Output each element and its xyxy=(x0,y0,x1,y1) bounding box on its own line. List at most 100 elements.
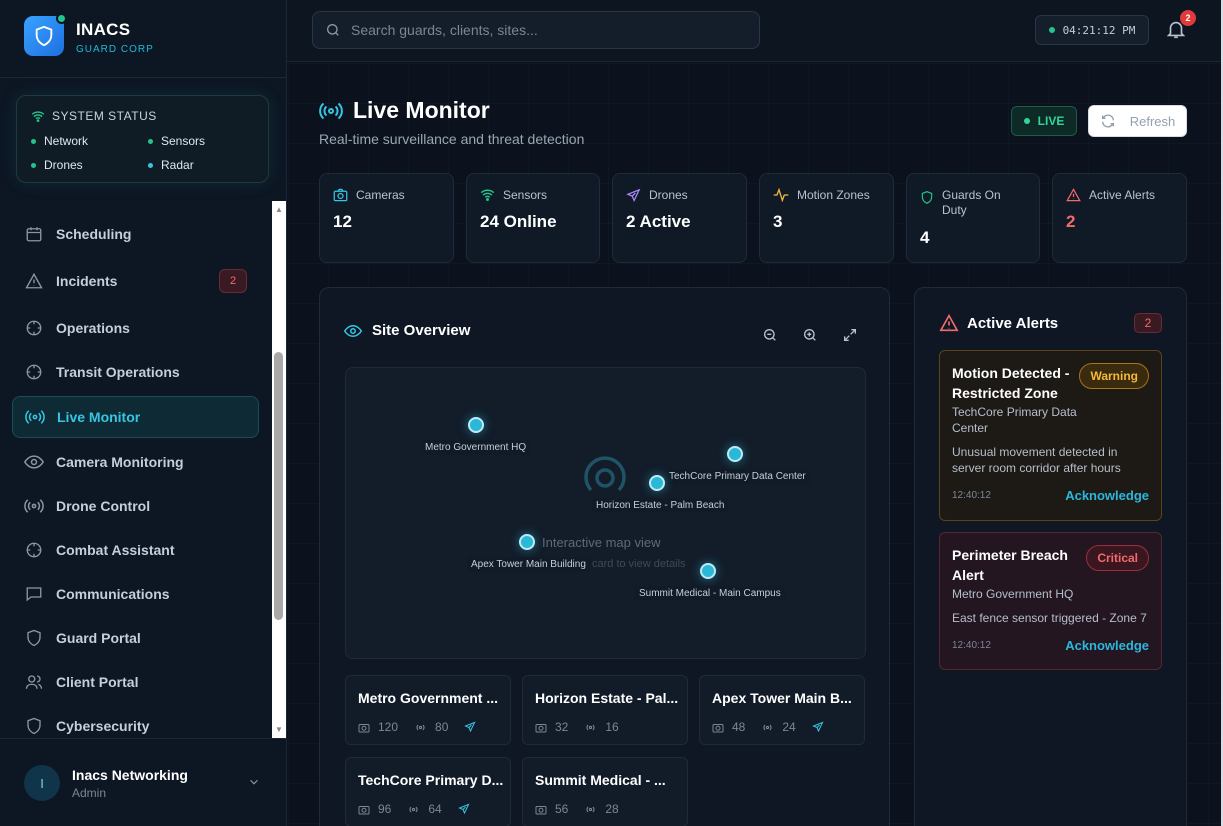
sensor-count: 16 xyxy=(605,720,619,734)
stat-active-alerts: Active Alerts 2 xyxy=(1052,173,1187,263)
sidebar-item-label: Camera Monitoring xyxy=(56,454,184,470)
map-pin[interactable] xyxy=(468,417,484,433)
shield-icon xyxy=(24,716,44,736)
sidebar-item-camera-monitoring[interactable]: Camera Monitoring xyxy=(12,441,259,483)
camera-count: 56 xyxy=(555,802,569,816)
map-pin[interactable] xyxy=(519,534,535,550)
alerts-title-text: Active Alerts xyxy=(967,314,1059,332)
main-content: Live Monitor Real-time surveillance and … xyxy=(288,63,1223,826)
sidebar-item-cybersecurity[interactable]: Cybersecurity xyxy=(12,705,259,738)
sidebar-item-label: Client Portal xyxy=(56,674,139,690)
sidebar-item-live-monitor[interactable]: Live Monitor xyxy=(12,396,259,438)
brand-subtitle: GUARD CORP xyxy=(76,44,154,55)
camera-icon xyxy=(358,805,370,814)
severity-badge: Warning xyxy=(1079,363,1149,389)
refresh-label: Refresh xyxy=(1129,113,1176,129)
acknowledge-button[interactable]: Acknowledge xyxy=(1065,488,1149,503)
chevron-down-icon[interactable] xyxy=(247,775,261,789)
broadcast-icon xyxy=(586,806,595,812)
sidebar-item-operations[interactable]: Operations xyxy=(12,307,259,349)
brand-name: INACS xyxy=(76,20,131,39)
status-radar: Radar xyxy=(148,158,194,172)
sidebar-item-client-portal[interactable]: Client Portal xyxy=(12,661,259,703)
site-card[interactable]: Horizon Estate - Pal... 32 16 xyxy=(522,675,688,745)
plane-icon xyxy=(811,721,824,733)
zoom-in-icon[interactable] xyxy=(801,326,819,344)
map-pin[interactable] xyxy=(700,563,716,579)
alert-card[interactable]: Motion Detected - Restricted Zone Warnin… xyxy=(939,350,1162,521)
map-pin-label: Apex Tower Main Building xyxy=(467,557,590,572)
status-dot xyxy=(31,138,36,144)
active-alerts-panel: Active Alerts 2 Motion Detected - Restri… xyxy=(914,287,1187,826)
refresh-icon xyxy=(1101,114,1114,128)
alert-title: Motion Detected - Restricted Zone xyxy=(952,365,1070,401)
site-card[interactable]: Summit Medical - ... 56 28 xyxy=(522,757,688,826)
zoom-out-icon[interactable] xyxy=(761,326,779,344)
fullscreen-icon[interactable] xyxy=(841,326,859,344)
status-network: Network xyxy=(31,134,88,148)
sensor-count: 24 xyxy=(782,720,796,734)
broadcast-icon xyxy=(763,724,772,730)
site-overview-panel: Site Overview Interactive map view card … xyxy=(319,287,890,826)
eye-icon xyxy=(24,452,44,472)
sidebar-item-scheduling[interactable]: Scheduling xyxy=(12,213,259,255)
acknowledge-button[interactable]: Acknowledge xyxy=(1065,638,1149,653)
sidebar-item-label: Operations xyxy=(56,320,130,336)
search-input[interactable] xyxy=(351,22,731,38)
map-pin-label: Metro Government HQ xyxy=(421,440,531,455)
divider xyxy=(0,77,287,78)
sidebar-item-combat-assistant[interactable]: Combat Assistant xyxy=(12,529,259,571)
sensor-count: 64 xyxy=(428,802,442,816)
map-hint-secondary: card to view details xyxy=(592,558,686,570)
crosshair-icon xyxy=(24,318,44,338)
wifi-icon xyxy=(31,111,45,122)
stat-value: 2 xyxy=(1066,212,1076,231)
stat-guards-on-duty: Guards On Duty 4 xyxy=(906,173,1040,263)
site-card[interactable]: TechCore Primary D... 96 64 xyxy=(345,757,511,826)
camera-icon xyxy=(712,723,724,732)
search-box[interactable] xyxy=(312,11,760,49)
page-subtitle: Real-time surveillance and threat detect… xyxy=(319,131,585,147)
sidebar-item-communications[interactable]: Communications xyxy=(12,573,259,615)
user-menu[interactable]: I Inacs Networking Admin xyxy=(0,738,287,826)
crosshair-icon xyxy=(24,362,44,382)
status-label: Sensors xyxy=(161,134,206,148)
scroll-down-arrow-icon[interactable]: ▼ xyxy=(272,722,286,736)
site-name: TechCore Primary D... xyxy=(358,772,504,788)
sidebar-item-label: Cybersecurity xyxy=(56,718,150,734)
refresh-button[interactable]: Refresh xyxy=(1088,105,1187,137)
stat-cameras: Cameras 12 xyxy=(319,173,454,263)
scroll-up-arrow-icon[interactable]: ▲ xyxy=(272,202,286,216)
sidebar-item-drone-control[interactable]: Drone Control xyxy=(12,485,259,527)
system-status-card: SYSTEM STATUS Network Sensors Drones Rad… xyxy=(16,95,269,183)
status-dot xyxy=(148,162,153,168)
user-role: Admin xyxy=(72,786,107,800)
stat-drones: Drones 2 Active xyxy=(612,173,747,263)
sidebar-item-label: Incidents xyxy=(56,273,118,289)
alert-description: Unusual movement detected in server room… xyxy=(952,445,1121,475)
stat-label-text: Motion Zones xyxy=(797,188,870,202)
stat-value: 3 xyxy=(773,212,783,231)
system-status-title: SYSTEM STATUS xyxy=(31,109,157,123)
site-card[interactable]: Metro Government ... 120 80 xyxy=(345,675,511,745)
alert-card[interactable]: Perimeter Breach Alert Critical Metro Go… xyxy=(939,532,1162,670)
clock-status-dot xyxy=(1048,27,1055,33)
scrollbar-thumb[interactable] xyxy=(274,352,283,620)
sidebar-item-incidents[interactable]: Incidents 2 xyxy=(12,260,259,302)
map-pin[interactable] xyxy=(649,475,665,491)
sidebar-item-guard-portal[interactable]: Guard Portal xyxy=(12,617,259,659)
sidebar-item-label: Combat Assistant xyxy=(56,542,175,558)
avatar: I xyxy=(24,765,60,801)
site-map[interactable]: Interactive map view card to view detail… xyxy=(345,367,866,659)
broadcast-icon xyxy=(416,724,425,730)
status-label: Drones xyxy=(44,158,83,172)
sidebar-item-transit-operations[interactable]: Transit Operations xyxy=(12,351,259,393)
site-card[interactable]: Apex Tower Main B... 48 24 xyxy=(699,675,865,745)
map-pin[interactable] xyxy=(727,446,743,462)
warning-icon xyxy=(939,314,959,332)
brand[interactable]: INACS GUARD CORP xyxy=(24,13,264,60)
map-pin-label: TechCore Primary Data Center xyxy=(665,469,810,484)
camera-icon xyxy=(535,723,547,732)
broadcast-icon xyxy=(409,806,418,812)
alert-site: Metro Government HQ xyxy=(952,587,1074,601)
